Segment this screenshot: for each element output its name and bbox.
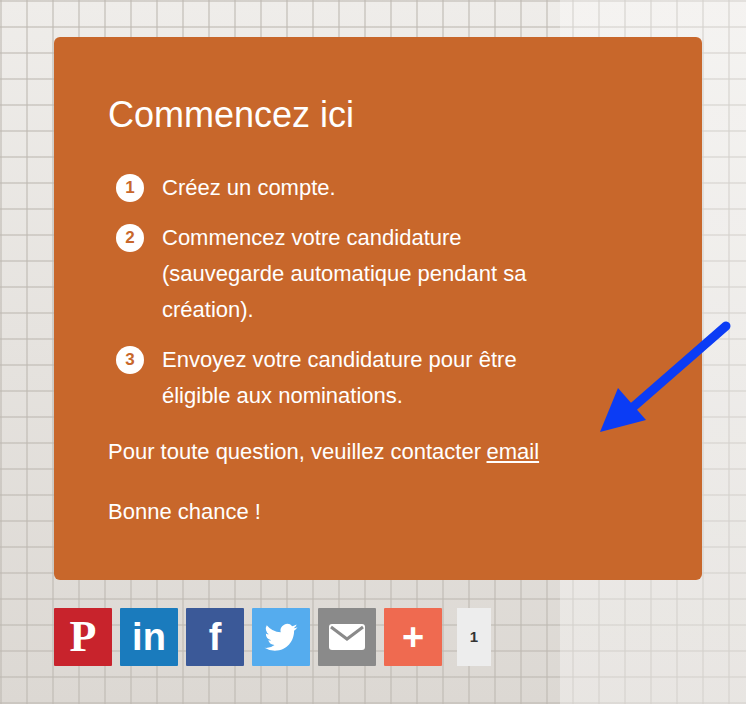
step-item: 1 Créez un compte. <box>108 170 662 206</box>
step-number: 1 <box>116 174 144 202</box>
twitter-bird-icon <box>263 619 299 655</box>
share-button[interactable] <box>252 608 310 666</box>
email-link[interactable]: email <box>487 439 540 464</box>
page: Commencez ici 1 Créez un compte. 2 Commencez… <box>0 0 746 666</box>
share-glyph-icon: in <box>132 618 166 656</box>
contact-line: Pour toute question, veuillez contactere… <box>108 434 662 470</box>
share-button[interactable]: f <box>186 608 244 666</box>
share-button[interactable] <box>318 608 376 666</box>
share-count: 1 <box>457 608 491 666</box>
contact-text: Pour toute question, veuillez contacter <box>108 439 481 464</box>
start-panel: Commencez ici 1 Créez un compte. 2 Commencez… <box>54 37 702 580</box>
step-number: 3 <box>116 346 144 374</box>
step-text: Créez un compte. <box>162 170 336 206</box>
steps-list: 1 Créez un compte. 2 Commencez votre candid… <box>108 170 662 414</box>
annotation-arrow-icon <box>590 318 740 448</box>
share-glyph-icon: f <box>209 618 222 656</box>
step-item: 2 Commencez votre candidature (sauvegarde… <box>108 220 662 328</box>
share-bar: Pin f +1 <box>54 608 702 666</box>
step-text: Envoyez votre candidature pour être élig… <box>162 342 567 414</box>
step-item: 3 Envoyez votre candidature pour être éli… <box>108 342 662 414</box>
share-button[interactable]: in <box>120 608 178 666</box>
share-button[interactable]: P <box>54 608 112 666</box>
envelope-icon <box>328 623 366 651</box>
share-glyph-icon: P <box>70 615 97 659</box>
closing-text: Bonne chance ! <box>108 494 662 530</box>
share-button[interactable]: + <box>384 608 442 666</box>
step-number: 2 <box>116 224 144 252</box>
panel-title: Commencez ici <box>108 93 662 136</box>
step-text: Commencez votre candidature (sauvegarde … <box>162 220 567 328</box>
share-glyph-icon: + <box>402 618 424 656</box>
